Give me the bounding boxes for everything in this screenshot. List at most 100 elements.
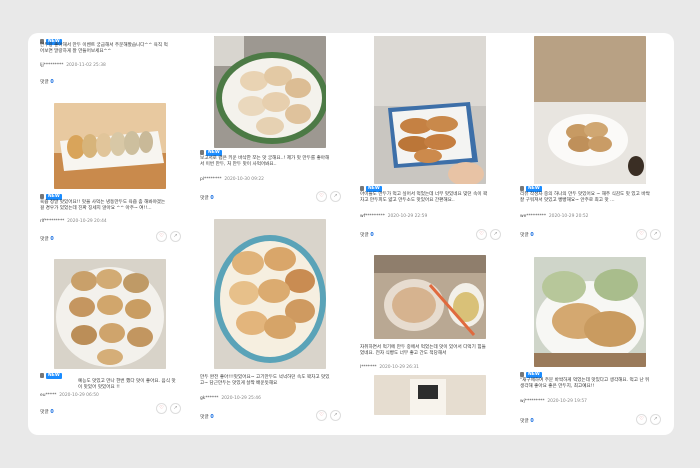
like-button[interactable]: ♡ bbox=[156, 403, 167, 414]
review-user: l******* 2020-10-29 26:31 bbox=[360, 365, 419, 370]
dumpling-hand-image bbox=[374, 36, 486, 184]
comment-label: 댓글 bbox=[520, 419, 529, 424]
review-username: rlf********* bbox=[40, 219, 65, 224]
share-button[interactable]: ↗ bbox=[170, 403, 181, 414]
review-date: 2020-10-29 25:46 bbox=[221, 396, 261, 401]
review-text: 만두 완전 좋아!!!맛있어요~ 고기만두도 넉넉하던 속도 꽉차고 맛있고~ … bbox=[200, 375, 330, 386]
comment-label: 댓글 bbox=[200, 415, 209, 420]
comment-count[interactable]: 댓글 0 bbox=[200, 413, 214, 420]
review-username: pl******** bbox=[200, 177, 222, 182]
comment-number: 0 bbox=[50, 410, 54, 415]
review-user: eu***** 2020-10-29 06:50 bbox=[40, 393, 99, 398]
new-badge: NEW bbox=[46, 373, 62, 379]
dumpling-plate-image bbox=[214, 219, 326, 369]
review-text: 아이들도 만두가 먹고 싶어서 먹었는데 너무 맛있네요 맞던 속이 꽉차고 만… bbox=[360, 192, 488, 203]
review-date: 2020-11-02 25:38 bbox=[66, 63, 106, 68]
review-username: l******* bbox=[360, 365, 377, 370]
review-username: wf********* bbox=[360, 214, 385, 219]
card-actions: ♡ ↗ bbox=[636, 229, 661, 240]
like-button[interactable]: ♡ bbox=[636, 229, 647, 240]
dumpling-plate-image bbox=[54, 259, 166, 369]
dumpling-plate-image bbox=[54, 103, 166, 189]
review-username: gk****** bbox=[200, 396, 219, 401]
review-photo[interactable] bbox=[374, 36, 486, 184]
like-button[interactable]: ♡ bbox=[156, 231, 167, 242]
review-date: 2020-10-29 22:59 bbox=[387, 214, 428, 219]
review-user: rlf********* 2020-10-29 20:44 bbox=[40, 219, 107, 224]
review-photo[interactable] bbox=[214, 219, 326, 369]
share-button[interactable]: ↗ bbox=[650, 229, 661, 240]
badge-row: NEW bbox=[40, 373, 64, 379]
review-user: ljj********* 2020-11-02 25:38 bbox=[40, 63, 106, 68]
like-button[interactable]: ♡ bbox=[316, 410, 327, 421]
share-button[interactable]: ↗ bbox=[490, 229, 501, 240]
review-text: 자취하면서 먹기에 만두 중에서 먹었는데 맛이 있어서 다먹기 힘들었네요. … bbox=[360, 345, 486, 356]
review-text: 리뷰 작성자 중의 하나의 만두 맛있어요 ~ 해주 식감도 맛 있고 바싹 잘… bbox=[520, 192, 650, 203]
dumpling-cooking-image bbox=[374, 255, 486, 339]
review-date: 2020-10-30 09:22 bbox=[224, 177, 264, 182]
comment-label: 댓글 bbox=[40, 237, 49, 242]
card-actions: ♡ ↗ bbox=[316, 191, 341, 202]
card-actions: ♡ ↗ bbox=[156, 403, 181, 414]
comment-count[interactable]: 댓글 0 bbox=[200, 194, 214, 201]
comment-count[interactable]: 댓글 0 bbox=[520, 231, 534, 238]
review-user: wj********* 2020-10-29 19:57 bbox=[520, 399, 587, 404]
review-photo[interactable] bbox=[534, 36, 646, 184]
like-button[interactable]: ♡ bbox=[476, 229, 487, 240]
review-text: 예능도 맛있고 만나 한번 했다 맛이 좋아요. 음식 맛이 맛있어 맛있어요 … bbox=[78, 379, 176, 390]
comment-label: 댓글 bbox=[40, 80, 49, 85]
comment-number: 0 bbox=[530, 419, 534, 424]
photo-icon bbox=[520, 372, 524, 377]
review-photo[interactable] bbox=[214, 36, 326, 148]
comment-count[interactable]: 댓글 0 bbox=[40, 235, 54, 242]
review-photo[interactable] bbox=[374, 375, 486, 415]
review-username: eu***** bbox=[40, 393, 57, 398]
photo-icon bbox=[40, 373, 44, 378]
photo-icon bbox=[200, 150, 204, 155]
comment-number: 0 bbox=[50, 237, 54, 242]
dumpling-plate-image bbox=[214, 36, 326, 148]
review-user: pl******** 2020-10-30 09:22 bbox=[200, 177, 264, 182]
comment-label: 댓글 bbox=[40, 410, 49, 415]
review-photo[interactable] bbox=[534, 257, 646, 367]
review-date: 2020-10-29 06:50 bbox=[59, 393, 99, 398]
share-button[interactable]: ↗ bbox=[170, 231, 181, 242]
comment-number: 0 bbox=[530, 233, 534, 238]
share-button[interactable]: ↗ bbox=[330, 410, 341, 421]
review-date: 2020-10-29 26:31 bbox=[379, 365, 419, 370]
photo-icon bbox=[40, 194, 44, 199]
card-actions: ♡ ↗ bbox=[156, 231, 181, 242]
review-date: 2020-10-29 19:57 bbox=[547, 399, 587, 404]
photo-icon bbox=[520, 186, 524, 191]
comment-number: 0 bbox=[210, 196, 214, 201]
card-actions: ♡ ↗ bbox=[476, 229, 501, 240]
review-photo[interactable] bbox=[54, 103, 166, 189]
review-user: we********* 2020-10-29 20:52 bbox=[520, 214, 588, 219]
comment-count[interactable]: 댓글 0 bbox=[40, 408, 54, 415]
comment-number: 0 bbox=[50, 80, 54, 85]
photo-icon bbox=[360, 186, 364, 191]
card-actions: ♡ ↗ bbox=[316, 410, 341, 421]
comment-count[interactable]: 댓글 0 bbox=[40, 78, 54, 85]
like-button[interactable]: ♡ bbox=[636, 414, 647, 425]
card-actions: ♡ ↗ bbox=[636, 414, 661, 425]
review-user: gk****** 2020-10-29 25:46 bbox=[200, 396, 261, 401]
comment-count[interactable]: 댓글 0 bbox=[360, 231, 374, 238]
review-date: 2020-10-29 20:44 bbox=[67, 219, 107, 224]
comment-number: 0 bbox=[370, 233, 374, 238]
product-package-image bbox=[374, 375, 486, 415]
review-username: wj********* bbox=[520, 399, 545, 404]
review-text: 만두랑 좋아해서 만두 이벤트 궁금해서 주문해봤습니다^^ 육직 먹어보면 말… bbox=[40, 43, 168, 54]
review-text: 육즙 정말 맛있어요!! 맛을 사먹는 냉동만두도 육즙 좀 해봐야겠는 걸 경… bbox=[40, 200, 166, 211]
review-photo[interactable] bbox=[374, 255, 486, 339]
dumpling-plate-image bbox=[534, 36, 646, 184]
review-date: 2020-10-29 20:52 bbox=[548, 214, 589, 219]
like-button[interactable]: ♡ bbox=[316, 191, 327, 202]
comment-count[interactable]: 댓글 0 bbox=[520, 417, 534, 424]
share-button[interactable]: ↗ bbox=[650, 414, 661, 425]
share-button[interactable]: ↗ bbox=[330, 191, 341, 202]
review-photo[interactable] bbox=[54, 259, 166, 369]
review-grid: NEW 만두랑 좋아해서 만두 이벤트 궁금해서 주문해봤습니다^^ 육직 먹어… bbox=[28, 33, 674, 435]
comment-label: 댓글 bbox=[200, 196, 209, 201]
review-user: wf********* 2020-10-29 22:59 bbox=[360, 214, 427, 219]
